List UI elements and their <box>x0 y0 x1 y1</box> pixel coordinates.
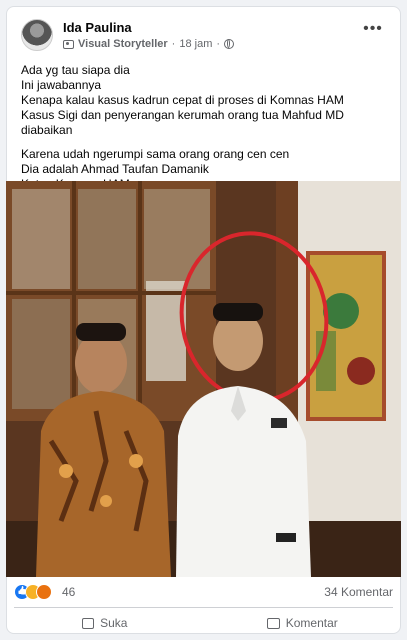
post-text: Ada yg tau siapa dia Ini jawabannya Kena… <box>21 63 390 192</box>
post-line: Kasus Sigi dan penyerangan kerumah orang… <box>21 108 344 122</box>
comment-button[interactable]: Komentar <box>204 610 402 636</box>
angry-reaction-icon <box>36 584 52 600</box>
post-photo[interactable] <box>6 181 401 577</box>
meta-separator-2: · <box>216 38 221 50</box>
avatar[interactable] <box>21 19 53 51</box>
like-button[interactable]: Suka <box>6 610 204 636</box>
storyteller-badge-icon <box>63 39 74 49</box>
post-line: diabaikan <box>21 123 73 137</box>
post-line: Ini jawabannya <box>21 78 102 92</box>
comment-bubble-icon <box>266 617 280 629</box>
thumbs-up-icon <box>82 617 95 629</box>
post-line: Kenapa kalau kasus kadrun cepat di prose… <box>21 93 344 107</box>
post-header: Ida Paulina Visual Storyteller · 18 jam … <box>21 17 390 57</box>
post-time[interactable]: 18 jam <box>179 38 212 50</box>
post-line: Karena udah ngerumpi sama orang orang ce… <box>21 147 290 161</box>
action-bar: Suka Komentar <box>6 610 401 636</box>
comment-count[interactable]: 34 Komentar <box>324 585 393 599</box>
comment-label: Komentar <box>285 616 338 630</box>
globe-icon <box>224 39 235 49</box>
more-options-button[interactable]: ••• <box>360 21 386 41</box>
post-line: Dia adalah Ahmad Taufan Damanik <box>21 162 209 176</box>
post-meta: Visual Storyteller · 18 jam · <box>63 38 235 50</box>
author-name[interactable]: Ida Paulina <box>63 20 132 35</box>
reaction-count[interactable]: 46 <box>62 585 75 599</box>
post-line: Ada yg tau siapa dia <box>21 63 130 77</box>
divider <box>14 607 393 608</box>
meta-separator: · <box>171 38 176 50</box>
like-label: Suka <box>100 616 128 630</box>
author-badge[interactable]: Visual Storyteller <box>78 38 168 50</box>
reactions-bar[interactable]: 46 34 Komentar <box>14 584 397 602</box>
